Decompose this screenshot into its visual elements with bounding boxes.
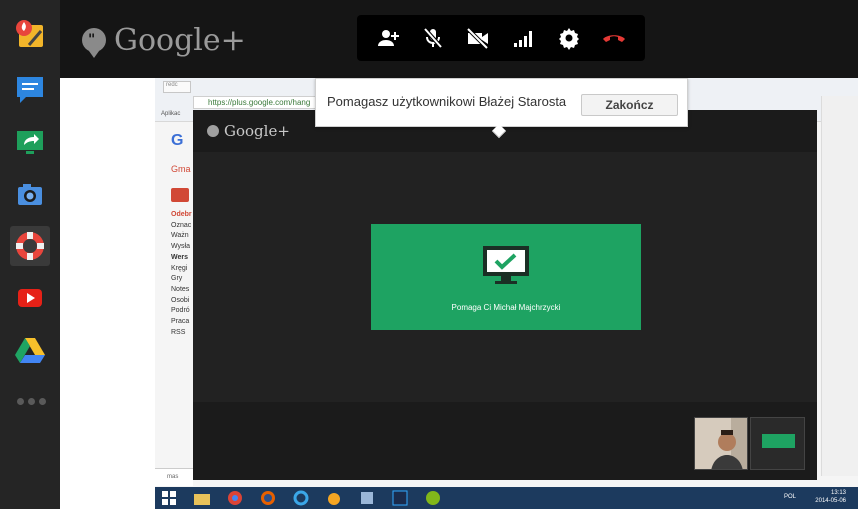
settings-button[interactable] (554, 23, 584, 53)
screenshare-app[interactable] (10, 122, 50, 162)
firefox-icon (261, 491, 275, 505)
youtube-app-icon (18, 289, 42, 307)
google-plus-logo: " Google+ (82, 20, 246, 60)
folder-item[interactable]: Wysła (171, 242, 192, 253)
hang-up-icon (603, 35, 626, 42)
participant-avatar (695, 418, 747, 469)
remote-desktop-app[interactable] (10, 226, 50, 266)
windows-logo-icon (162, 491, 176, 505)
remote-brand-text: Google+ (224, 122, 290, 140)
camera-off-icon (466, 27, 489, 50)
gmail-label: Gma (171, 164, 191, 174)
folder-item[interactable]: Ważn (171, 231, 192, 242)
browser-right-column (821, 96, 858, 476)
app-sidebar (0, 0, 60, 509)
end-session-button[interactable]: Zakończ (581, 94, 678, 116)
windows-taskbar: POL 13:13 2014-05-06 (155, 487, 858, 509)
invite-people-button[interactable] (373, 23, 403, 53)
taskbar-firefox[interactable] (254, 488, 282, 508)
google-logo: G (171, 132, 184, 149)
hangouts-bubble-icon: " (82, 28, 106, 58)
spotify-icon (426, 491, 440, 505)
screenshare-thumbnail[interactable] (750, 417, 805, 470)
address-bar[interactable]: https://plus.google.com/hang (193, 96, 323, 109)
bandwidth-button[interactable] (509, 23, 539, 53)
mute-mic-button[interactable] (418, 23, 448, 53)
participant-camera-thumbnail[interactable] (694, 417, 748, 470)
hangouts-bubble-icon (207, 125, 219, 137)
folder-item[interactable]: Osobi (171, 296, 192, 307)
capture-app-icon (18, 184, 42, 205)
call-controls (357, 15, 645, 61)
chat-app[interactable] (10, 70, 50, 110)
browser-tab[interactable]: redc (163, 81, 191, 93)
language-indicator[interactable]: POL (784, 494, 796, 500)
headphones-app-icon (328, 493, 340, 505)
clock-time: 13:13 (830, 490, 846, 496)
system-clock[interactable]: 13:13 2014-05-06 (815, 489, 846, 505)
invite-people-icon (377, 30, 399, 46)
folder-item[interactable]: Gry (171, 274, 192, 285)
photoshop-icon (392, 490, 408, 506)
hangout-toolbar: " Google+ (0, 0, 858, 78)
mini-help-card (762, 434, 795, 448)
chrome-icon (228, 491, 242, 505)
camera-toggle-button[interactable] (463, 23, 493, 53)
gear-icon (558, 28, 579, 50)
taskbar-photoshop[interactable] (386, 488, 414, 508)
more-apps-icon[interactable] (17, 398, 46, 405)
taskbar-app-5[interactable] (320, 488, 348, 508)
gmail-folder-list: Odebr Oznac Ważn Wysła Wers Kręgi Gry No… (171, 210, 192, 338)
remote-desktop-app-icon (16, 232, 44, 260)
folder-item[interactable]: Notes (171, 285, 192, 296)
monitor-check-icon (483, 246, 529, 284)
folder-icon (194, 494, 210, 505)
drive-app[interactable] (10, 330, 50, 370)
mic-muted-icon (423, 27, 443, 49)
effects-app-icon (16, 20, 43, 47)
status-strip: mas (155, 468, 193, 486)
folder-item[interactable]: Podró (171, 306, 192, 317)
brand-text: Google+ (114, 22, 246, 58)
folder-item[interactable]: Kręgi (171, 264, 192, 275)
remote-help-card: Pomaga Ci Michał Majchrzycki (371, 224, 641, 330)
youtube-app[interactable] (10, 278, 50, 318)
banner-message: Pomagasz użytkownikowi Błażej Starosta (327, 94, 567, 109)
start-button[interactable] (155, 488, 183, 508)
hang-up-button[interactable] (599, 23, 629, 53)
screenshare-app-icon (17, 131, 43, 154)
compose-button[interactable] (171, 188, 189, 202)
taskbar-ie[interactable] (287, 488, 315, 508)
taskbar-chrome[interactable] (221, 488, 249, 508)
taskbar-explorer[interactable] (188, 488, 216, 508)
remote-help-banner: Pomagasz użytkownikowi Błażej Starosta Z… (315, 78, 688, 139)
internet-explorer-icon (293, 490, 309, 506)
drive-app-icon (15, 338, 45, 363)
folder-item[interactable]: Oznac (171, 221, 192, 232)
taskbar-app-6[interactable] (353, 488, 381, 508)
folder-item[interactable]: Wers (171, 253, 192, 264)
clock-date: 2014-05-06 (815, 498, 846, 504)
folder-item[interactable]: RSS (171, 328, 192, 339)
folder-item[interactable]: Praca (171, 317, 192, 328)
helper-text: Pomaga Ci Michał Majchrzycki (451, 303, 561, 312)
taskbar-spotify[interactable] (419, 488, 447, 508)
capture-app[interactable] (10, 174, 50, 214)
document-app-icon (361, 492, 373, 504)
bookmarks-bar: Aplikac (161, 111, 181, 117)
gmail-sidebar: G Gma Odebr Oznac Ważn Wysła Wers Kręgi … (169, 128, 195, 468)
chat-app-icon (17, 77, 43, 103)
effects-app[interactable] (10, 14, 50, 54)
folder-item[interactable]: Odebr (171, 210, 192, 221)
bandwidth-signal-icon (513, 31, 532, 47)
